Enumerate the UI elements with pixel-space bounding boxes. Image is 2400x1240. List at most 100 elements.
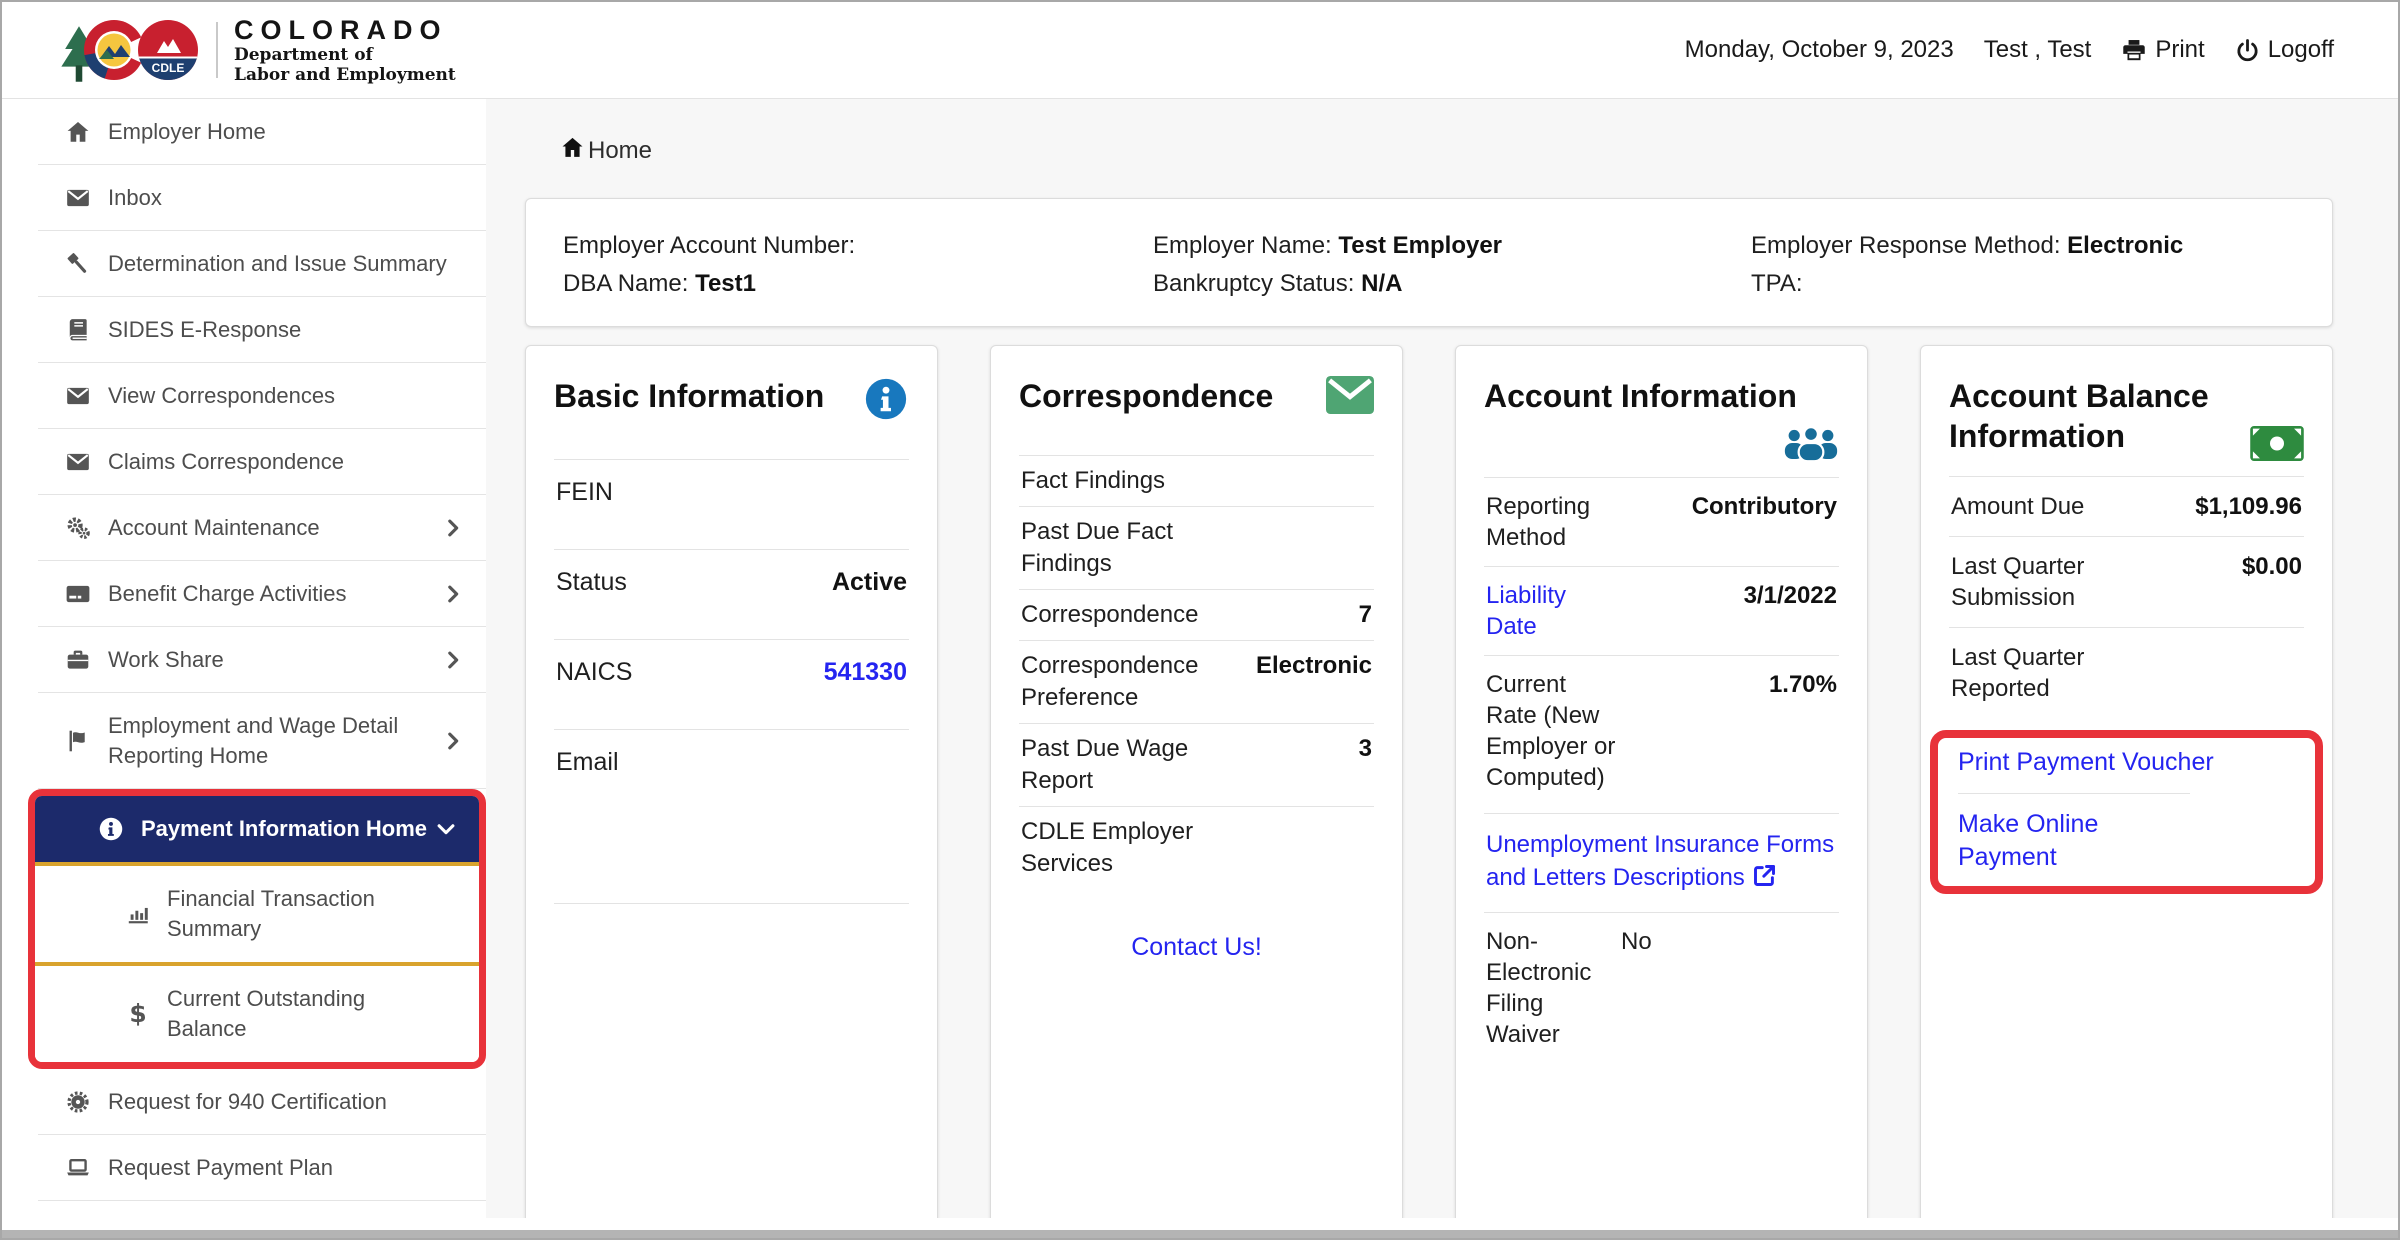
- correspondence-card: Correspondence Fact Findings Past Due Fa…: [990, 345, 1403, 1222]
- account-information-title: Account Information: [1484, 376, 1839, 416]
- logoff-label: Logoff: [2268, 36, 2334, 64]
- svg-text:CDLE: CDLE: [152, 61, 185, 75]
- email-row: Email: [554, 729, 909, 904]
- home-icon: [62, 119, 94, 145]
- page-bottom-strip: [2, 1218, 2398, 1230]
- sidebar-item-account-maintenance[interactable]: Account Maintenance: [2, 495, 486, 561]
- sidebar-item-label: View Correspondences: [108, 381, 456, 411]
- envelope-icon: [62, 185, 94, 211]
- sidebar-item-label: Inbox: [108, 183, 456, 213]
- last-quarter-submission-row: Last Quarter Submission $0.00: [1949, 536, 2304, 627]
- print-button[interactable]: Print: [2121, 36, 2204, 64]
- laptop-icon: [62, 1155, 94, 1181]
- horizontal-scrollbar[interactable]: [2, 1230, 2398, 1238]
- sidebar-item-request-payment-plan[interactable]: Request Payment Plan: [2, 1135, 486, 1201]
- brand-title: COLORADO: [234, 15, 456, 45]
- chevron-right-icon: [442, 730, 464, 752]
- basic-information-card: Basic Information FEIN Status Active NAI…: [525, 345, 938, 1222]
- non-electronic-filing-waiver-row: Non-Electronic Filing Waiver No: [1484, 912, 1839, 1063]
- naics-link[interactable]: 541330: [824, 658, 907, 729]
- sidebar-item-label: Financial Transaction Summary: [167, 884, 449, 944]
- last-quarter-reported-row: Last Quarter Reported: [1949, 627, 2304, 718]
- naics-row: NAICS 541330: [554, 639, 909, 729]
- sidebar-item-label: Benefit Charge Activities: [108, 579, 456, 609]
- make-online-payment-link[interactable]: Make Online Payment: [1958, 810, 2098, 871]
- account-information-card: Account Information Reporting Method Con…: [1455, 345, 1868, 1222]
- correspondence-preference-row: Correspondence Preference Electronic: [1019, 640, 1374, 723]
- correspondence-title: Correspondence: [1019, 376, 1273, 416]
- header-right: Monday, October 9, 2023 Test , Test Prin…: [1685, 36, 2334, 64]
- home-icon: [560, 135, 585, 167]
- liability-date-link[interactable]: Liability Date: [1486, 580, 1621, 642]
- sidebar-item-employment-and-wage-detail-reporting-home[interactable]: Employment and Wage Detail Reporting Hom…: [2, 693, 486, 789]
- envelope-icon: [62, 383, 94, 409]
- tpa: TPA:: [1751, 265, 2183, 303]
- dashboard-cards: Basic Information FEIN Status Active NAI…: [525, 345, 2333, 1222]
- gavel-icon: [62, 251, 94, 277]
- colorado-c-icon: [84, 20, 144, 80]
- employer-response-method: Employer Response Method: Electronic: [1751, 227, 2183, 265]
- amount-due-row: Amount Due $1,109.96: [1949, 476, 2304, 536]
- cdle-employer-services-row: CDLE Employer Services: [1019, 806, 1374, 889]
- external-link-icon: [1751, 862, 1778, 898]
- sidebar-item-label: Employer Home: [108, 117, 456, 147]
- employer-account-number: Employer Account Number:: [563, 227, 855, 265]
- sidebar-top-group: Employer Home Inbox Determination and Issu…: [2, 99, 486, 789]
- sidebar-item-label: Current Outstanding Balance: [167, 984, 449, 1044]
- sidebar-item-employer-home[interactable]: Employer Home: [2, 99, 486, 165]
- print-payment-voucher-link[interactable]: Print Payment Voucher: [1958, 748, 2214, 776]
- ui-forms-link[interactable]: Unemployment Insurance Forms and Letters…: [1486, 831, 1834, 891]
- info-circle-icon: [95, 816, 127, 842]
- user-name: Test , Test: [1984, 36, 2092, 64]
- sidebar-bottom-group: Request for 940 Certification Request Pay…: [2, 1069, 486, 1240]
- payment-links-highlight-box: Print Payment Voucher Make Online Paymen…: [1930, 730, 2323, 894]
- sidebar-item-financial-transaction-summary[interactable]: Financial Transaction Summary: [35, 862, 479, 962]
- dollar-icon: $: [123, 1001, 153, 1027]
- sidebar-item-inbox[interactable]: Inbox: [2, 165, 486, 231]
- sidebar-item-label: Employment and Wage Detail Reporting Hom…: [108, 711, 456, 771]
- contact-us-link[interactable]: Contact Us!: [1131, 933, 1262, 961]
- sidebar-item-determination-and-issue-summary[interactable]: Determination and Issue Summary: [2, 231, 486, 297]
- sidebar-item-current-outstanding-balance[interactable]: $ Current Outstanding Balance: [35, 962, 479, 1062]
- envelope-icon: [1326, 376, 1374, 419]
- employer-info-col1: Employer Account Number: DBA Name: Test1: [563, 227, 855, 303]
- employer-info-bar: Employer Account Number: DBA Name: Test1…: [525, 198, 2333, 327]
- employer-name: Employer Name: Test Employer: [1153, 227, 1502, 265]
- sidebar-nav: Employer Home Inbox Determination and Issu…: [2, 99, 486, 1222]
- past-due-fact-findings-row: Past Due Fact Findings: [1019, 506, 1374, 589]
- basic-information-title: Basic Information: [554, 376, 824, 416]
- sidebar-item-work-share[interactable]: Work Share: [2, 627, 486, 693]
- sidebar-item-label: Request Payment Plan: [108, 1153, 456, 1183]
- sidebar-item-label: Work Share: [108, 645, 456, 675]
- logo-divider: [216, 22, 218, 78]
- liability-date-row: Liability Date 3/1/2022: [1484, 566, 1839, 655]
- sidebar-item-claims-correspondence[interactable]: Claims Correspondence: [2, 429, 486, 495]
- info-circle-icon[interactable]: [863, 376, 909, 427]
- ui-forms-link-row: Unemployment Insurance Forms and Letters…: [1484, 813, 1839, 912]
- sidebar-item-view-correspondences[interactable]: View Correspondences: [2, 363, 486, 429]
- users-icon: [1783, 424, 1839, 467]
- cdle-seal-icon: CDLE: [138, 20, 198, 80]
- print-label: Print: [2155, 36, 2204, 64]
- payment-links-divider: [1958, 793, 2190, 794]
- status-row: Status Active: [554, 549, 909, 639]
- printer-icon: [2121, 37, 2147, 63]
- sidebar-item-label: Payment Information Home: [141, 814, 449, 844]
- sidebar-item-benefit-charge-activities[interactable]: Benefit Charge Activities: [2, 561, 486, 627]
- breadcrumb[interactable]: Home: [560, 135, 652, 167]
- employer-info-col3: Employer Response Method: Electronic TPA…: [1751, 227, 2183, 303]
- flag-icon: [62, 728, 94, 754]
- dba-name: DBA Name: Test1: [563, 265, 855, 303]
- fein-row: FEIN: [554, 459, 909, 549]
- book-icon: [62, 317, 94, 343]
- chevron-right-icon: [442, 583, 464, 605]
- badge-icon: [62, 1089, 94, 1115]
- sidebar-item-label: Claims Correspondence: [108, 447, 456, 477]
- past-due-wage-report-row: Past Due Wage Report 3: [1019, 723, 1374, 806]
- logoff-button[interactable]: Logoff: [2235, 36, 2334, 64]
- chart-bar-icon: [123, 901, 153, 927]
- correspondence-count-row: Correspondence 7: [1019, 589, 1374, 640]
- sidebar-item-payment-information-home[interactable]: Payment Information Home: [35, 796, 479, 862]
- sidebar-item-request-for-940-certification[interactable]: Request for 940 Certification: [2, 1069, 486, 1135]
- sidebar-item-sides-e-response[interactable]: SIDES E-Response: [2, 297, 486, 363]
